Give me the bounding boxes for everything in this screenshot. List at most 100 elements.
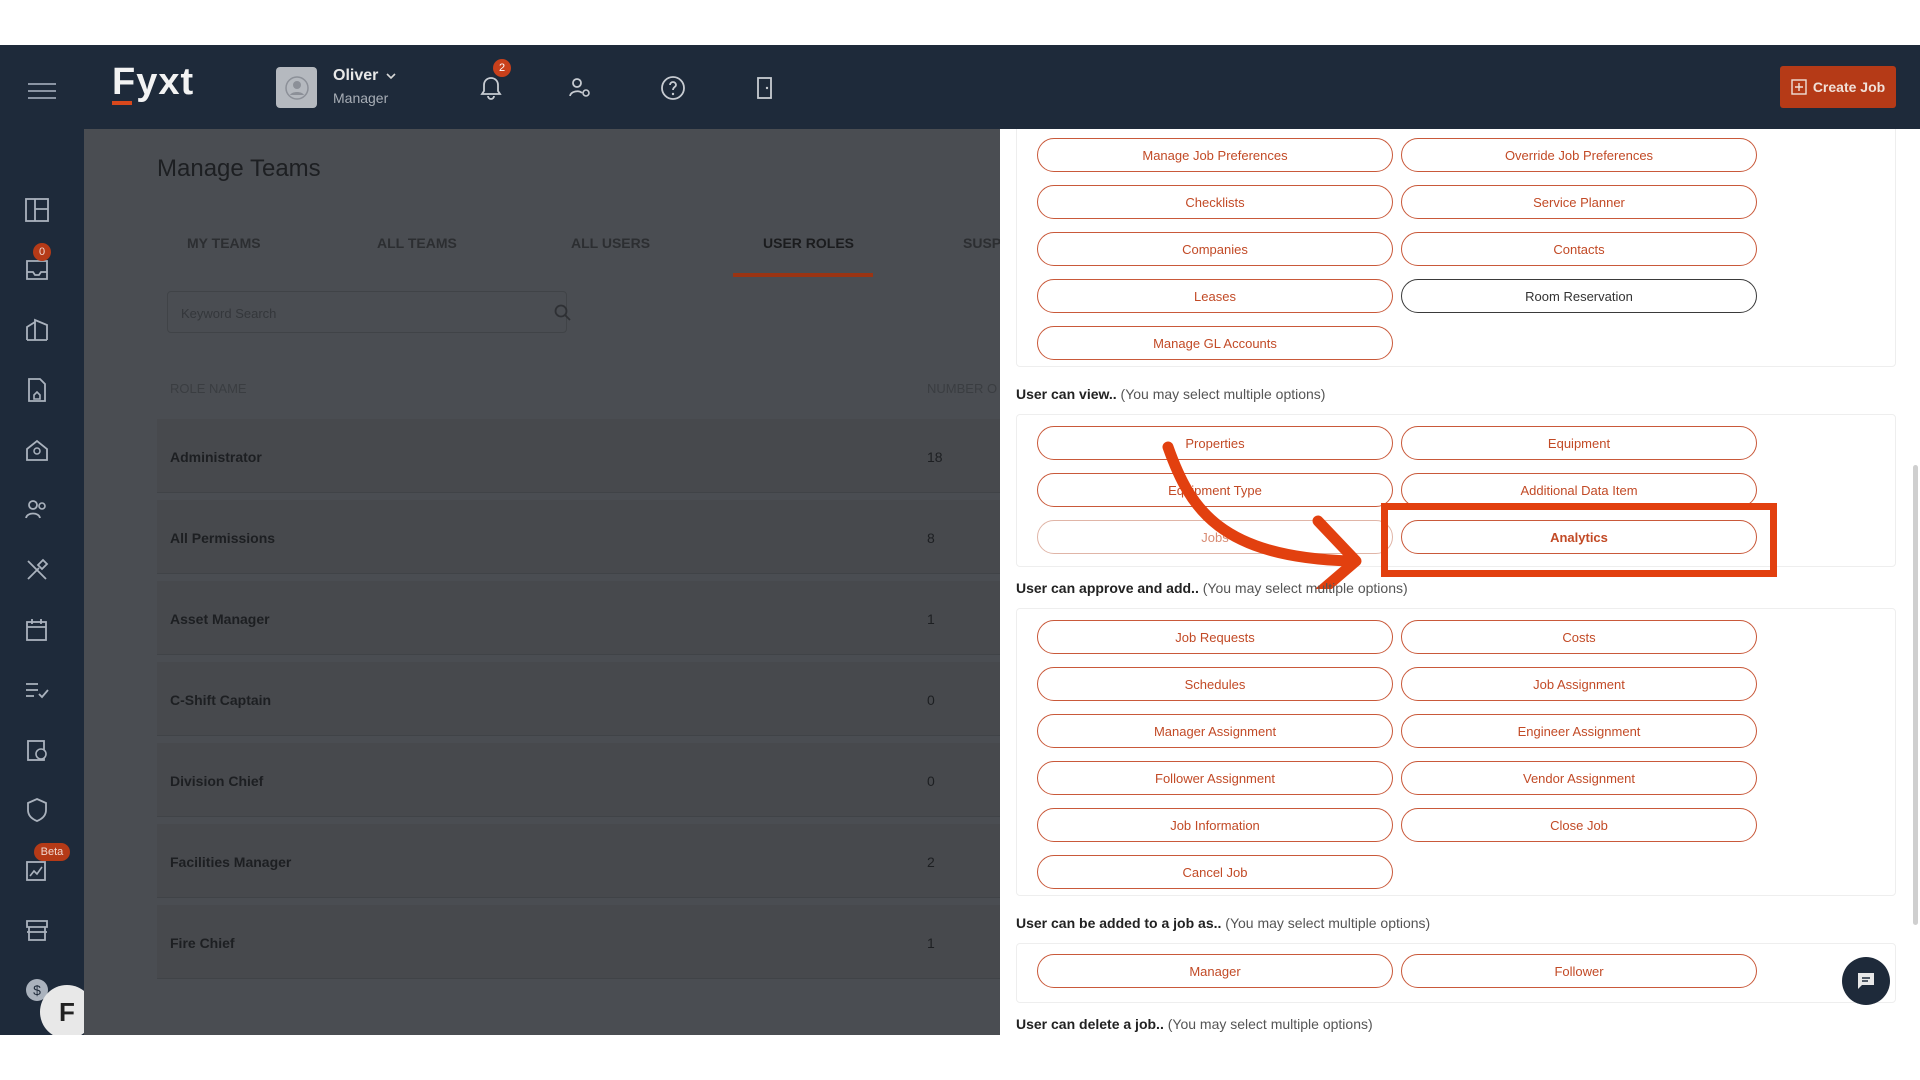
menu-icon[interactable] xyxy=(28,83,56,104)
search-icon[interactable] xyxy=(554,304,572,322)
search-placeholder: Keyword Search xyxy=(181,306,277,321)
clipboard-clock-icon[interactable] xyxy=(24,737,50,763)
tab-suspended[interactable]: SUSP xyxy=(963,235,1001,251)
option-job-information[interactable]: Job Information xyxy=(1037,808,1393,842)
plus-square-icon xyxy=(1791,79,1807,95)
delete-hint: (You may select multiple options) xyxy=(1167,1016,1373,1032)
user-avatar[interactable] xyxy=(276,67,317,108)
chevron-down-icon[interactable] xyxy=(384,69,398,83)
role-name: Fire Chief xyxy=(170,935,235,951)
role-count: 1 xyxy=(927,611,935,627)
table-row[interactable]: C-Shift Captain 0 xyxy=(157,662,1000,736)
option-vendor-assignment[interactable]: Vendor Assignment xyxy=(1401,761,1757,795)
inbox-icon[interactable] xyxy=(24,257,50,283)
role-name: Administrator xyxy=(170,449,262,465)
tab-all-users[interactable]: ALL USERS xyxy=(571,235,650,251)
column-role-name[interactable]: ROLE NAME xyxy=(170,381,247,396)
scrollbar-thumb[interactable] xyxy=(1913,465,1918,925)
checklist-icon[interactable] xyxy=(24,677,50,703)
option-service-planner[interactable]: Service Planner xyxy=(1401,185,1757,219)
beta-badge: Beta xyxy=(34,843,70,861)
option-manage-gl-accounts[interactable]: Manage GL Accounts xyxy=(1037,326,1393,360)
option-manager-assignment[interactable]: Manager Assignment xyxy=(1037,714,1393,748)
approve-section-label: User can approve and add.. (You may sele… xyxy=(1016,580,1408,596)
highlight-box xyxy=(1381,503,1777,577)
tab-all-teams[interactable]: ALL TEAMS xyxy=(377,235,457,251)
option-contacts[interactable]: Contacts xyxy=(1401,232,1757,266)
notification-badge: 2 xyxy=(493,59,511,77)
option-close-job[interactable]: Close Job xyxy=(1401,808,1757,842)
table-row[interactable]: Facilities Manager 2 xyxy=(157,824,1000,898)
page-title: Manage Teams xyxy=(157,155,321,182)
role-name: C-Shift Captain xyxy=(170,692,272,708)
role-count: 0 xyxy=(927,692,935,708)
view-section-label: User can view.. (You may select multiple… xyxy=(1016,386,1325,402)
role-count: 1 xyxy=(927,935,935,951)
table-row[interactable]: All Permissions 8 xyxy=(157,500,1000,574)
role-name: Division Chief xyxy=(170,773,264,789)
top-bar: Fyxt Oliver Manager 2 Create Job xyxy=(0,45,1920,129)
option-leases[interactable]: Leases xyxy=(1037,279,1393,313)
option-additional-data-item[interactable]: Additional Data Item xyxy=(1401,473,1757,507)
home-user-icon[interactable] xyxy=(24,437,50,463)
option-override-job-preferences[interactable]: Override Job Preferences xyxy=(1401,138,1757,172)
calendar-edit-icon[interactable] xyxy=(24,617,50,643)
role-permissions-panel: Manage Job Preferences Override Job Pref… xyxy=(1000,129,1920,1035)
option-follower-assignment[interactable]: Follower Assignment xyxy=(1037,761,1393,795)
option-cancel-job[interactable]: Cancel Job xyxy=(1037,855,1393,889)
view-hint: (You may select multiple options) xyxy=(1120,386,1326,402)
role-name: All Permissions xyxy=(170,530,276,546)
column-number[interactable]: NUMBER O xyxy=(927,381,997,396)
tab-my-teams[interactable]: MY TEAMS xyxy=(187,235,261,251)
logo-accent xyxy=(112,101,132,105)
user-settings-icon[interactable] xyxy=(567,75,593,101)
option-companies[interactable]: Companies xyxy=(1037,232,1393,266)
role-count: 8 xyxy=(927,530,935,546)
role-count: 2 xyxy=(927,854,935,870)
users-icon[interactable] xyxy=(24,497,50,523)
role-count: 18 xyxy=(927,449,943,465)
help-icon[interactable] xyxy=(660,75,686,101)
option-room-reservation[interactable]: Room Reservation xyxy=(1401,279,1757,313)
app-window: Fyxt Oliver Manager 2 Create Job 0 Beta … xyxy=(0,45,1920,1035)
option-manage-job-preferences[interactable]: Manage Job Preferences xyxy=(1037,138,1393,172)
shield-icon[interactable] xyxy=(24,797,50,823)
document-home-icon[interactable] xyxy=(24,377,50,403)
create-job-button[interactable]: Create Job xyxy=(1780,66,1896,108)
chat-button[interactable] xyxy=(1842,957,1890,1005)
option-follower[interactable]: Follower xyxy=(1401,954,1757,988)
option-checklists[interactable]: Checklists xyxy=(1037,185,1393,219)
table-row[interactable]: Administrator 18 xyxy=(157,419,1000,493)
tab-user-roles[interactable]: USER ROLES xyxy=(763,235,854,251)
table-row[interactable]: Fire Chief 1 xyxy=(157,905,1000,979)
table-row[interactable]: Asset Manager 1 xyxy=(157,581,1000,655)
delete-label: User can delete a job.. xyxy=(1016,1016,1164,1032)
option-schedules[interactable]: Schedules xyxy=(1037,667,1393,701)
bell-icon[interactable] xyxy=(478,75,504,101)
store-icon[interactable] xyxy=(24,917,50,943)
user-placeholder-icon xyxy=(284,75,309,100)
inbox-badge: 0 xyxy=(33,243,51,261)
door-exit-icon[interactable] xyxy=(752,75,778,101)
option-job-assignment[interactable]: Job Assignment xyxy=(1401,667,1757,701)
properties-icon[interactable] xyxy=(24,317,50,343)
table-row[interactable]: Division Chief 0 xyxy=(157,743,1000,817)
role-name: Asset Manager xyxy=(170,611,270,627)
tools-icon[interactable] xyxy=(24,557,50,583)
approve-label: User can approve and add.. xyxy=(1016,580,1199,596)
user-role: Manager xyxy=(333,90,389,106)
dashboard-icon[interactable] xyxy=(24,197,50,223)
chat-icon xyxy=(1858,973,1874,989)
svg-text:$: $ xyxy=(33,982,41,998)
option-job-requests[interactable]: Job Requests xyxy=(1037,620,1393,654)
option-engineer-assignment[interactable]: Engineer Assignment xyxy=(1401,714,1757,748)
active-tab-indicator xyxy=(733,273,873,277)
option-costs[interactable]: Costs xyxy=(1401,620,1757,654)
user-name[interactable]: Oliver xyxy=(333,67,378,85)
scrollbar[interactable] xyxy=(1910,129,1920,1035)
delete-section-label: User can delete a job.. (You may select … xyxy=(1016,1016,1373,1032)
option-equipment[interactable]: Equipment xyxy=(1401,426,1757,460)
option-manager[interactable]: Manager xyxy=(1037,954,1393,988)
approve-hint: (You may select multiple options) xyxy=(1202,580,1408,596)
create-job-label: Create Job xyxy=(1812,79,1886,95)
